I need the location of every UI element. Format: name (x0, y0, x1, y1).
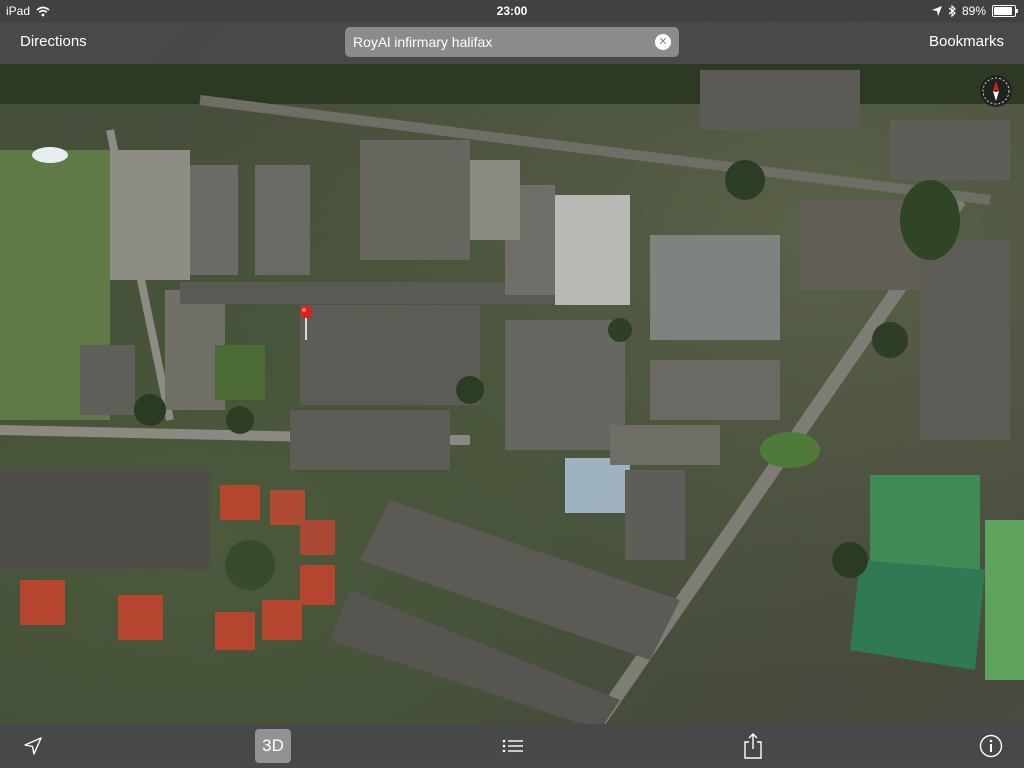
bluetooth-icon (948, 5, 956, 17)
compass-icon[interactable] (980, 75, 1012, 107)
navigation-bar: Directions RoyAl infirmary halifax ✕ Boo… (0, 22, 1024, 64)
status-time: 23:00 (496, 4, 528, 18)
location-services-icon (931, 6, 942, 16)
bottom-toolbar: 3D (0, 724, 1024, 768)
search-field[interactable]: RoyAl infirmary halifax ✕ (345, 27, 679, 57)
status-bar: iPad 23:00 89% (0, 0, 1024, 22)
bookmarks-button[interactable]: Bookmarks (929, 33, 1004, 50)
search-query-text[interactable]: RoyAl infirmary halifax (353, 34, 492, 50)
battery-percent: 89% (961, 4, 986, 18)
red-pin-icon[interactable] (299, 304, 315, 344)
location-arrow-icon[interactable] (18, 724, 48, 768)
directions-button[interactable]: Directions (20, 33, 87, 50)
satellite-map[interactable] (0, 0, 1024, 768)
info-icon[interactable] (976, 724, 1006, 768)
battery-icon (992, 5, 1018, 17)
list-icon[interactable] (498, 724, 528, 768)
share-icon[interactable] (738, 724, 768, 768)
3d-button[interactable]: 3D (255, 729, 291, 763)
battery-level-fill (994, 7, 1012, 15)
clear-search-icon[interactable]: ✕ (655, 34, 671, 50)
map-imagery (0, 64, 1024, 730)
